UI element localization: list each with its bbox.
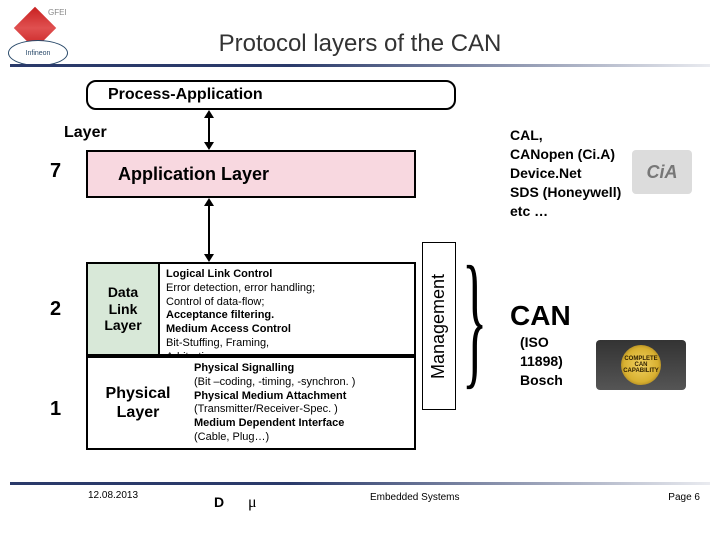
layer-number-1: 1 [50,398,61,421]
llc-line-1: Error detection, error handling; [166,282,408,296]
example-canopen: CANopen (Ci.A) [510,145,621,164]
logo-tag: GFEI [48,8,67,17]
example-cal: CAL, [510,126,621,145]
management-label: Management [429,273,450,378]
phys-sig-heading: Physical Signalling [194,362,408,376]
slide-title: Protocol layers of the CAN [0,30,720,58]
cia-logo: CiA [632,150,692,194]
footer-date: 12.08.2013 [88,490,138,501]
complete-can-capability-logo: COMPLETE CAN CAPABILITY [596,340,686,390]
can-sub-1: (ISO [520,333,563,352]
application-layer-box: Application Layer [86,150,416,198]
process-application-box: Process-Application [86,80,456,110]
example-devicenet: Device.Net [510,164,621,183]
layer-number-2: 2 [50,298,61,321]
llc-line-3: Acceptance filtering. [166,309,408,323]
physical-left-label: Physical Layer [88,358,188,448]
llc-line-2: Control of data-flow; [166,296,408,310]
can-sublabel: (ISO 11898) Bosch [520,333,563,390]
physical-details: Physical Signalling (Bit –coding, -timin… [188,358,414,448]
footer-page: Page 6 [668,492,700,503]
management-bar: Management [422,242,456,410]
example-sds: SDS (Honeywell) [510,183,621,202]
phys-mdi-heading: Medium Dependent Interface [194,417,408,431]
brace-icon: } [462,244,487,394]
title-underline [10,64,710,67]
can-label: CAN [510,300,571,332]
data-link-left-label: Data Link Layer [88,264,160,354]
application-layer-label: Application Layer [118,164,269,185]
can-sub-2: 11898) [520,352,563,371]
layer-number-7: 7 [50,160,61,183]
physical-layer-box: Physical Layer Physical Signalling (Bit … [86,356,416,450]
mac-line-1: Bit-Stuffing, Framing, [166,337,408,351]
phys-med-line: (Transmitter/Receiver-Spec. ) [194,403,408,417]
can-sub-3: Bosch [520,371,563,390]
arrow-proc-to-app [208,116,210,144]
layer-heading: Layer [64,124,107,142]
mac-heading: Medium Access Control [166,323,408,337]
phys-mdi-line: (Cable, Plug…) [194,431,408,445]
footer-d: D [214,494,224,510]
phys-sig-line: (Bit –coding, -timing, -synchron. ) [194,376,408,390]
process-application-label: Process-Application [108,86,263,104]
data-link-details: Logical Link Control Error detection, er… [160,264,414,354]
llc-heading: Logical Link Control [166,268,408,282]
footer-line [10,482,710,485]
example-etc: etc … [510,202,621,221]
footer-center: Embedded Systems [370,492,460,503]
ccc-logo-inner: COMPLETE CAN CAPABILITY [621,345,661,385]
application-examples: CAL, CANopen (Ci.A) Device.Net SDS (Hone… [510,126,621,220]
data-link-layer-box: Data Link Layer Logical Link Control Err… [86,262,416,356]
footer-mu: μ [248,494,257,512]
phys-med-heading: Physical Medium Attachment [194,390,408,404]
arrow-app-to-data [208,204,210,256]
